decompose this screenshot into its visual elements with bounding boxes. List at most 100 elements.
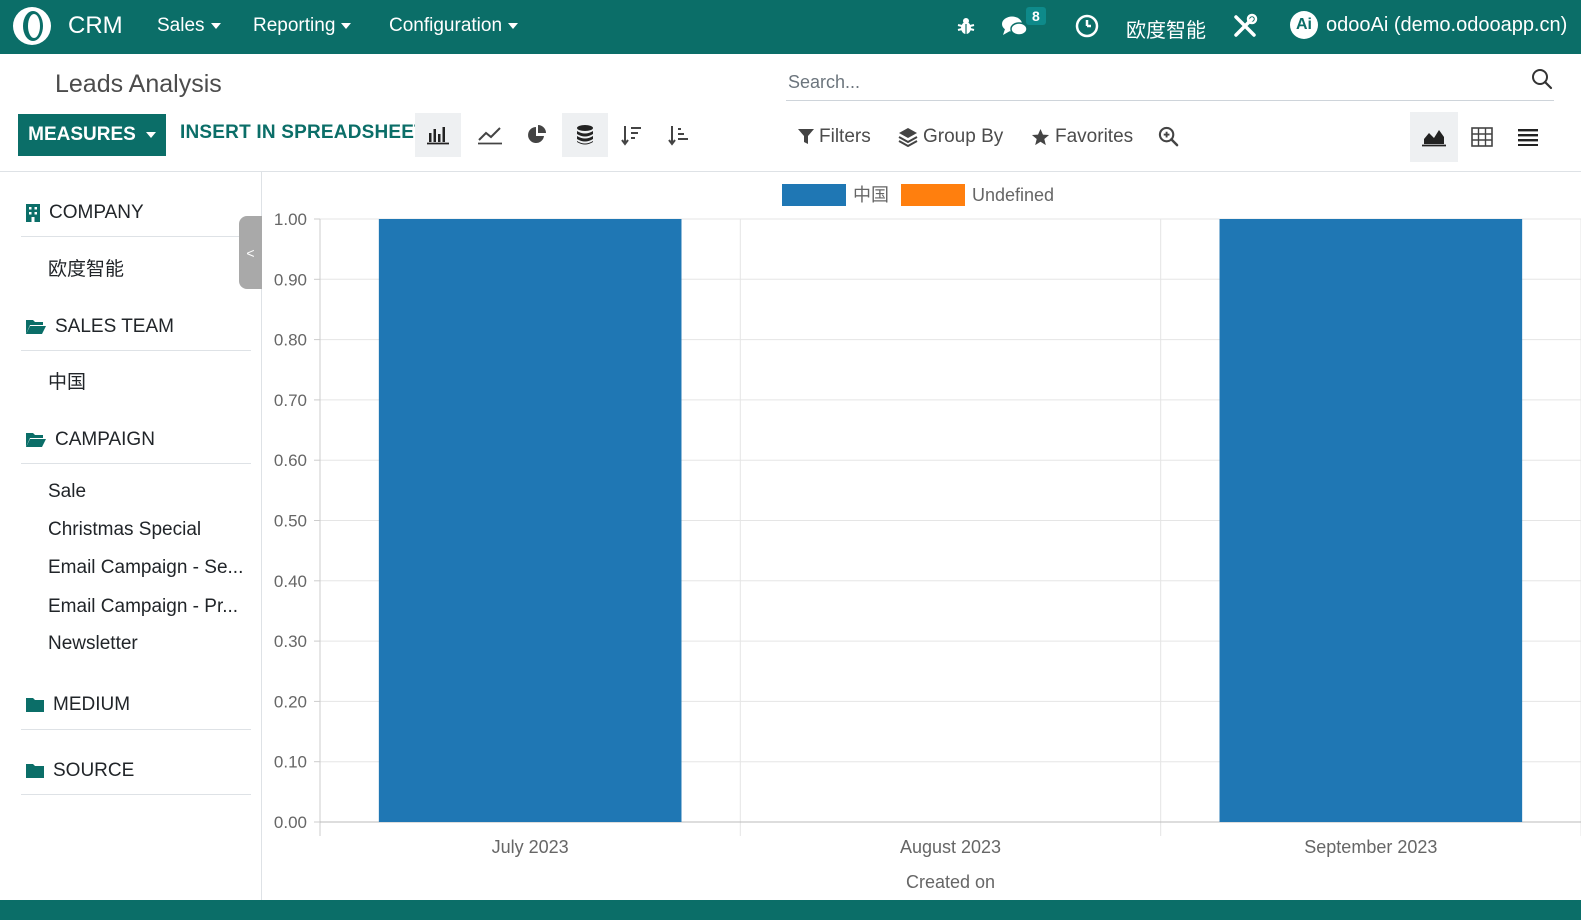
building-icon bbox=[26, 204, 40, 222]
search-bar bbox=[786, 64, 1554, 101]
caret-down-icon bbox=[145, 132, 156, 138]
table-icon bbox=[1471, 127, 1493, 147]
bar[interactable] bbox=[1219, 219, 1523, 822]
menu-configuration[interactable]: Configuration bbox=[389, 15, 519, 37]
filter-item-campaign[interactable]: Email Campaign - Pr... bbox=[48, 596, 238, 618]
line-chart-button[interactable] bbox=[467, 113, 513, 157]
section-medium-title: MEDIUM bbox=[53, 694, 131, 715]
bar-chart: 0.00 0.10 0.20 0.30 0.40 0.50 0.60 0.70 0.80 0.90… bbox=[274, 184, 1581, 892]
y-tick-label: 0.80 bbox=[274, 331, 307, 350]
filter-item-campaign[interactable]: Newsletter bbox=[48, 633, 138, 655]
folder-open-icon bbox=[26, 320, 46, 334]
user-menu[interactable]: odooAi (demo.odooapp.cn) bbox=[1326, 14, 1567, 37]
divider bbox=[21, 794, 251, 795]
menu-reporting[interactable]: Reporting bbox=[253, 15, 352, 37]
menu-sales-label: Sales bbox=[157, 15, 205, 36]
caret-down-icon bbox=[508, 23, 519, 29]
folder-open-icon bbox=[26, 433, 46, 447]
filter-item-campaign[interactable]: Christmas Special bbox=[48, 519, 201, 541]
folder-icon bbox=[26, 698, 44, 712]
caret-down-icon bbox=[341, 23, 352, 29]
database-icon bbox=[577, 125, 593, 145]
menu-sales[interactable]: Sales bbox=[157, 15, 221, 37]
filters-button[interactable]: Filters bbox=[798, 126, 871, 148]
clock-icon[interactable] bbox=[1073, 12, 1101, 40]
legend-label[interactable]: 中国 bbox=[853, 185, 889, 205]
section-company-title: COMPANY bbox=[49, 202, 144, 223]
measures-label: MEASURES bbox=[28, 124, 136, 145]
pivot-view-button[interactable] bbox=[1458, 112, 1506, 162]
legend-swatch[interactable] bbox=[782, 184, 846, 206]
sort-descending-button[interactable] bbox=[609, 113, 655, 157]
layers-icon bbox=[898, 128, 918, 147]
section-medium: MEDIUM bbox=[25, 694, 130, 716]
divider bbox=[21, 729, 251, 730]
divider bbox=[21, 463, 251, 464]
y-tick-label: 0.50 bbox=[274, 512, 307, 531]
section-source: SOURCE bbox=[25, 760, 134, 782]
section-sales-team-title: SALES TEAM bbox=[55, 316, 174, 337]
bottom-bar bbox=[0, 900, 1581, 920]
pie-chart-icon bbox=[528, 125, 546, 143]
list-icon bbox=[1518, 129, 1538, 146]
group-by-label: Group By bbox=[923, 126, 1004, 147]
user-avatar[interactable]: Ai bbox=[1290, 11, 1318, 39]
odoo-app-icon[interactable] bbox=[12, 6, 52, 46]
stacked-button[interactable] bbox=[562, 113, 608, 157]
group-by-button[interactable]: Group By bbox=[898, 126, 1003, 148]
app-name[interactable]: CRM bbox=[68, 12, 123, 40]
legend-swatch[interactable] bbox=[901, 184, 965, 206]
bar-chart-icon bbox=[427, 127, 449, 145]
divider bbox=[21, 236, 251, 237]
menu-configuration-label: Configuration bbox=[389, 15, 503, 36]
y-tick-label: 0.00 bbox=[274, 813, 307, 832]
list-view-button[interactable] bbox=[1504, 112, 1552, 162]
favorites-label: Favorites bbox=[1055, 126, 1134, 147]
messages-badge: 8 bbox=[1026, 7, 1046, 25]
y-tick-label: 0.20 bbox=[274, 692, 307, 711]
chat-icon[interactable] bbox=[1001, 12, 1029, 40]
sort-ascending-button[interactable] bbox=[656, 113, 702, 157]
y-tick-label: 0.70 bbox=[274, 391, 307, 410]
top-navbar: CRM Sales Reporting Configuration 8 欧度智能… bbox=[0, 0, 1581, 54]
filter-item-campaign[interactable]: Email Campaign - Se... bbox=[48, 557, 243, 579]
y-tick-label: 1.00 bbox=[274, 210, 307, 229]
bug-icon[interactable] bbox=[952, 12, 980, 40]
insert-in-spreadsheet-button[interactable]: INSERT IN SPREADSHEET bbox=[180, 122, 426, 144]
favorites-button[interactable]: Favorites bbox=[1031, 126, 1133, 148]
filter-item-campaign[interactable]: Sale bbox=[48, 481, 86, 503]
search-icon[interactable] bbox=[1530, 67, 1554, 91]
measures-button[interactable]: MEASURES bbox=[18, 114, 166, 156]
search-input[interactable] bbox=[788, 68, 1508, 96]
tools-icon[interactable] bbox=[1231, 12, 1259, 40]
company-switcher[interactable]: 欧度智能 bbox=[1126, 14, 1206, 43]
divider bbox=[21, 350, 251, 351]
filter-item-company[interactable]: 欧度智能 bbox=[48, 254, 124, 281]
y-tick-label: 0.30 bbox=[274, 632, 307, 651]
folder-icon bbox=[26, 764, 44, 778]
bar[interactable] bbox=[378, 219, 682, 822]
filter-item-sales-team[interactable]: 中国 bbox=[48, 367, 86, 394]
graph-view-button[interactable] bbox=[1410, 112, 1458, 162]
breadcrumb: Leads Analysis bbox=[55, 70, 222, 98]
star-icon bbox=[1031, 128, 1050, 145]
y-tick-label: 0.90 bbox=[274, 270, 307, 289]
pie-chart-button[interactable] bbox=[514, 113, 560, 157]
sort-ascending-icon bbox=[668, 126, 688, 146]
x-axis-label: Created on bbox=[906, 872, 995, 892]
search-options-button[interactable] bbox=[1158, 126, 1184, 147]
section-company: COMPANY bbox=[25, 202, 144, 224]
y-tick-label: 0.40 bbox=[274, 572, 307, 591]
y-tick-label: 0.60 bbox=[274, 451, 307, 470]
sort-descending-icon bbox=[621, 126, 641, 146]
caret-down-icon bbox=[210, 23, 221, 29]
filters-label: Filters bbox=[819, 126, 871, 147]
x-tick-label: September 2023 bbox=[1304, 837, 1437, 857]
filter-icon bbox=[798, 129, 814, 144]
bar-chart-button[interactable] bbox=[415, 113, 461, 157]
menu-reporting-label: Reporting bbox=[253, 15, 336, 36]
section-campaign: CAMPAIGN bbox=[25, 429, 155, 451]
search-panel-toggle[interactable]: < bbox=[239, 216, 262, 289]
legend-label[interactable]: Undefined bbox=[972, 185, 1054, 205]
y-tick-label: 0.10 bbox=[274, 753, 307, 772]
